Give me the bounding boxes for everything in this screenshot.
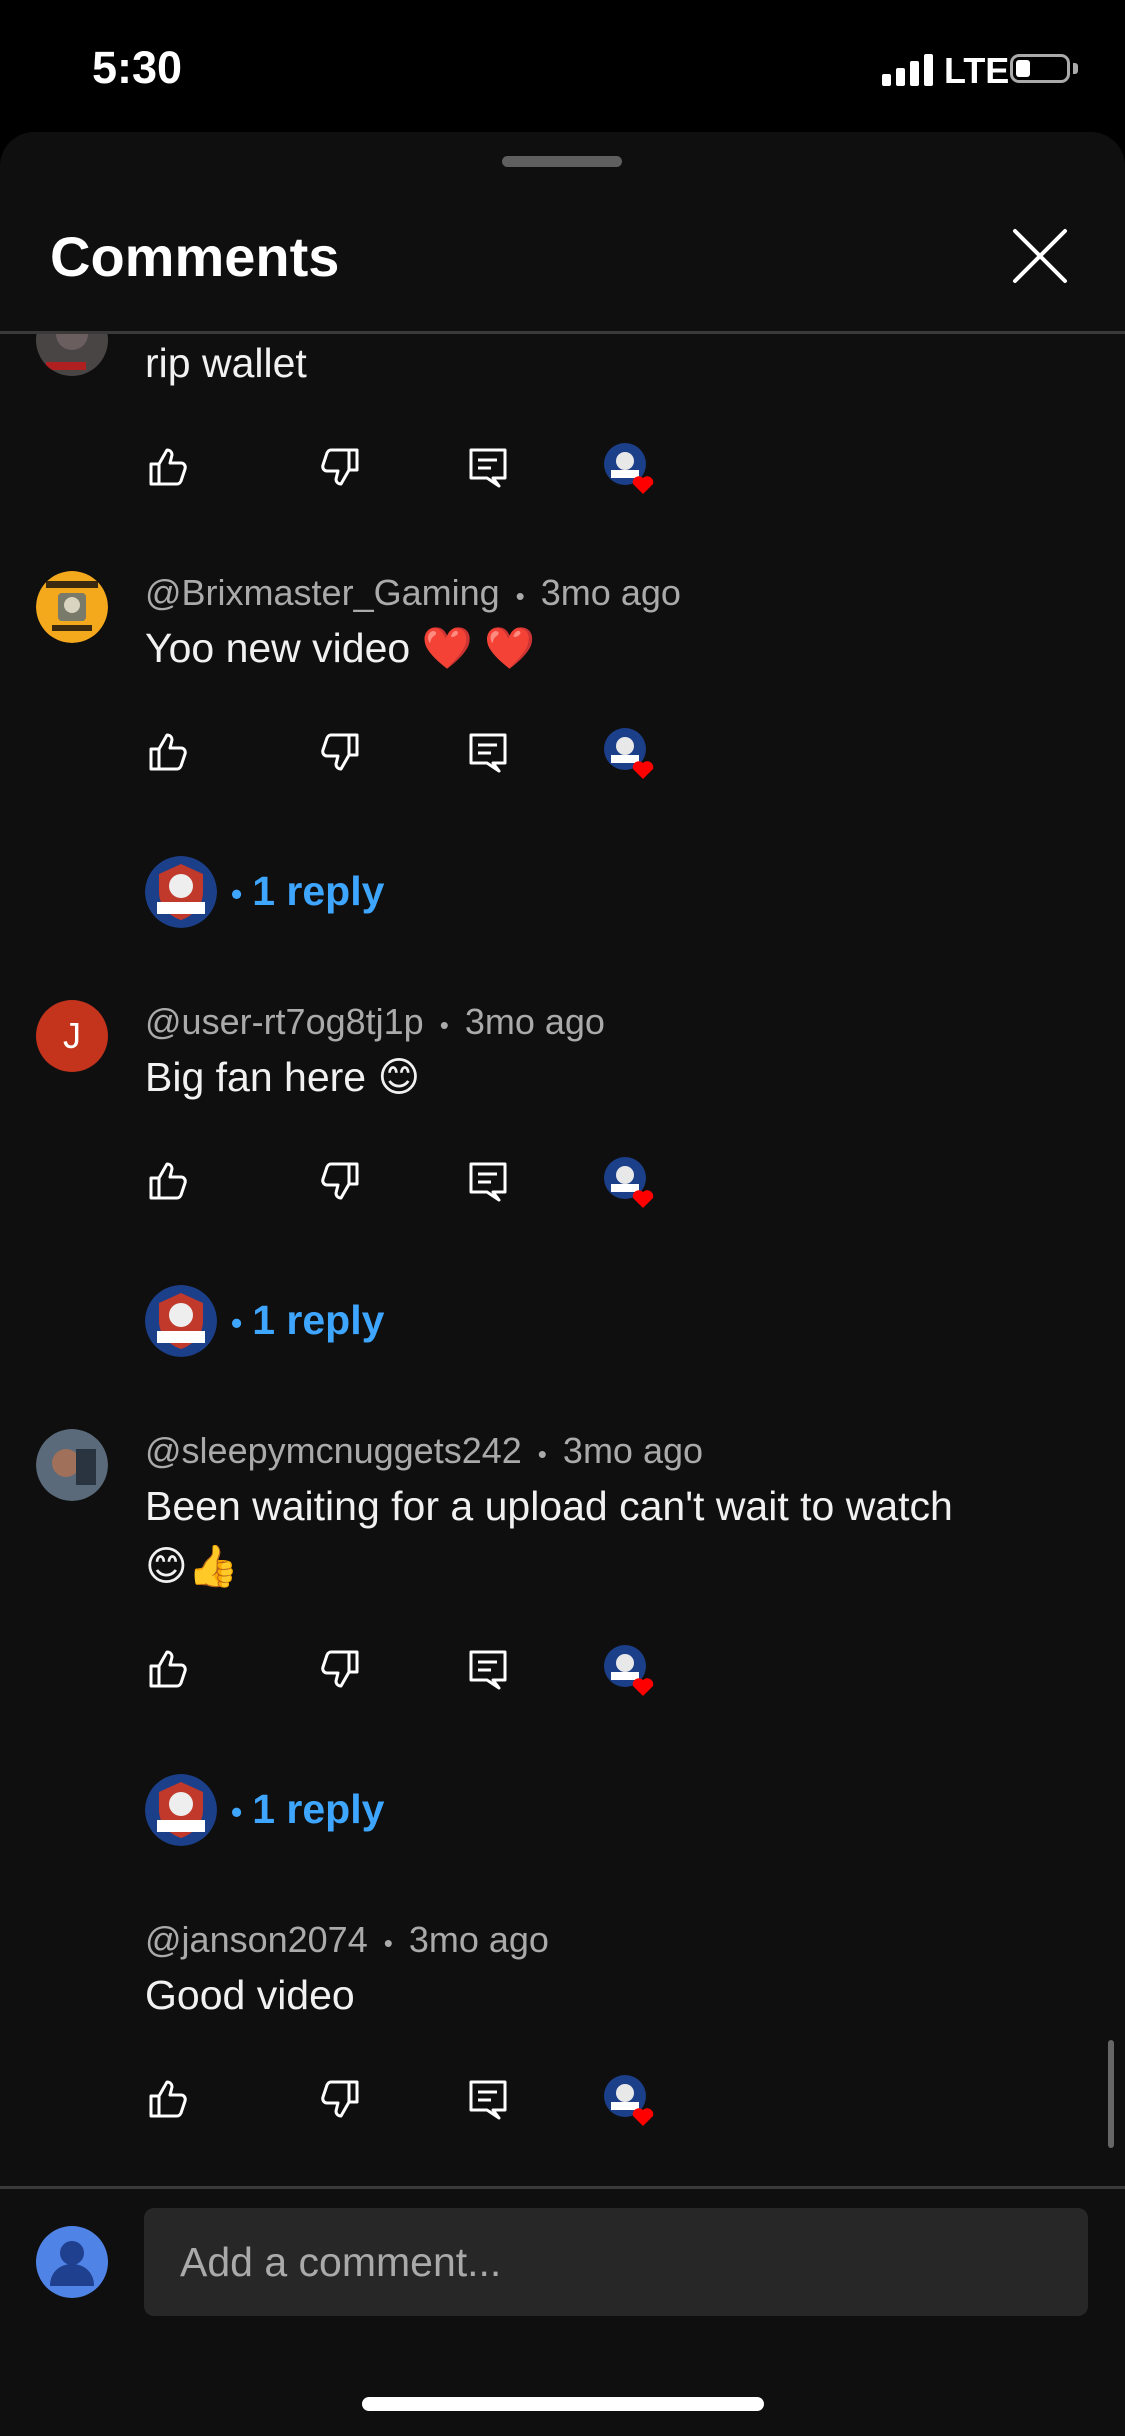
reply-count: 1 reply <box>252 1786 385 1832</box>
thumbs-up-icon <box>149 2080 187 2118</box>
reply-button[interactable] <box>463 1156 513 1206</box>
comment-age: 3mo ago <box>464 1001 605 1042</box>
comment-age: 3mo ago <box>408 1919 549 1960</box>
reply-count: 1 reply <box>252 868 385 914</box>
dislike-button[interactable] <box>313 2074 363 2124</box>
sheet-title: Comments <box>50 225 340 288</box>
comment-actions <box>145 1644 685 1704</box>
thumbs-down-icon <box>321 1650 359 1688</box>
reply-count: 1 reply <box>252 1297 385 1343</box>
thumbs-up-icon <box>149 448 187 486</box>
cellular-signal-icon <box>882 54 934 86</box>
status-time: 5:30 <box>92 42 183 93</box>
comment-actions <box>145 1156 685 1216</box>
comment-author[interactable]: @janson2074 <box>145 1919 368 1960</box>
comment-actions <box>145 727 685 787</box>
creator-heart-icon <box>603 442 657 496</box>
comment-actions <box>145 2074 685 2134</box>
like-button[interactable] <box>145 442 195 492</box>
avatar[interactable]: J <box>36 1000 108 1072</box>
meta-separator: • <box>515 581 525 611</box>
reply-bullet: • <box>231 1305 243 1341</box>
creator-heart-icon <box>603 727 657 781</box>
reply-icon <box>469 1162 507 1202</box>
battery-icon <box>1010 54 1070 83</box>
add-comment-input[interactable] <box>144 2208 1088 2316</box>
reply-icon <box>469 733 507 773</box>
comment-meta: @user-rt7og8tj1p • 3mo ago <box>145 1001 605 1043</box>
reply-bullet: • <box>231 876 243 912</box>
avatar[interactable] <box>36 571 108 643</box>
reply-button[interactable] <box>463 727 513 777</box>
dislike-button[interactable] <box>313 727 363 777</box>
comment-age: 3mo ago <box>540 572 681 613</box>
meta-separator: • <box>537 1439 547 1469</box>
comment-meta: @Brixmaster_Gaming • 3mo ago <box>145 572 681 614</box>
comment-meta: @sleepymcnuggets242 • 3mo ago <box>145 1430 703 1472</box>
thumbs-up-icon <box>149 733 187 771</box>
thumbs-down-icon <box>321 733 359 771</box>
reply-icon <box>469 1650 507 1690</box>
home-indicator[interactable] <box>362 2397 764 2411</box>
comment-text: rip wallet <box>145 340 307 386</box>
reply-icon <box>469 448 507 488</box>
like-button[interactable] <box>145 1644 195 1694</box>
dislike-button[interactable] <box>313 1156 363 1206</box>
comment-author[interactable]: @user-rt7og8tj1p <box>145 1001 424 1042</box>
reply-icon <box>469 2080 507 2120</box>
meta-separator: • <box>383 1928 393 1958</box>
comment-text: Been waiting for a upload can't wait to … <box>145 1483 953 1529</box>
comment-meta: @janson2074 • 3mo ago <box>145 1919 549 1961</box>
dislike-button[interactable] <box>313 442 363 492</box>
avatar[interactable] <box>36 334 108 376</box>
comment-author[interactable]: @sleepymcnuggets242 <box>145 1430 522 1471</box>
comment-text-line2: 😊👍 <box>145 1543 239 1589</box>
creator-avatar <box>145 1774 217 1846</box>
thumbs-up-icon <box>149 1162 187 1200</box>
creator-heart-icon <box>603 1644 657 1698</box>
thumbs-down-icon <box>321 448 359 486</box>
creator-avatar <box>145 856 217 928</box>
reply-button[interactable] <box>463 2074 513 2124</box>
creator-heart-icon <box>603 1156 657 1210</box>
comment-actions <box>145 442 685 502</box>
comment-list[interactable]: rip wallet @Brixmaster_Gaming • 3mo ago … <box>0 334 1125 2186</box>
user-avatar[interactable] <box>36 2226 108 2298</box>
like-button[interactable] <box>145 2074 195 2124</box>
thumbs-down-icon <box>321 1162 359 1200</box>
avatar[interactable] <box>36 1429 108 1501</box>
meta-separator: • <box>439 1010 449 1040</box>
comment-age: 3mo ago <box>562 1430 704 1471</box>
thumbs-up-icon <box>149 1650 187 1688</box>
battery-tip <box>1073 63 1078 74</box>
network-type: LTE <box>944 50 1010 91</box>
thumbs-down-icon <box>321 2080 359 2118</box>
dislike-button[interactable] <box>313 1644 363 1694</box>
scrollbar[interactable] <box>1108 2040 1114 2148</box>
comment-text: Big fan here 😊 <box>145 1054 421 1100</box>
creator-heart-icon <box>603 2074 657 2128</box>
reply-button[interactable] <box>463 1644 513 1694</box>
comment-author[interactable]: @Brixmaster_Gaming <box>145 572 500 613</box>
reply-bullet: • <box>231 1794 243 1830</box>
like-button[interactable] <box>145 1156 195 1206</box>
status-bar: 5:30 LTE <box>0 0 1125 135</box>
drag-handle[interactable] <box>502 156 622 167</box>
reply-button[interactable] <box>463 442 513 492</box>
creator-avatar <box>145 1285 217 1357</box>
close-button[interactable] <box>1010 226 1070 286</box>
like-button[interactable] <box>145 727 195 777</box>
avatar-letter: J <box>63 1015 81 1056</box>
comment-text: Yoo new video ❤️ ❤️ <box>145 625 536 671</box>
comment-text: Good video <box>145 1972 355 2018</box>
close-icon <box>1013 229 1067 283</box>
